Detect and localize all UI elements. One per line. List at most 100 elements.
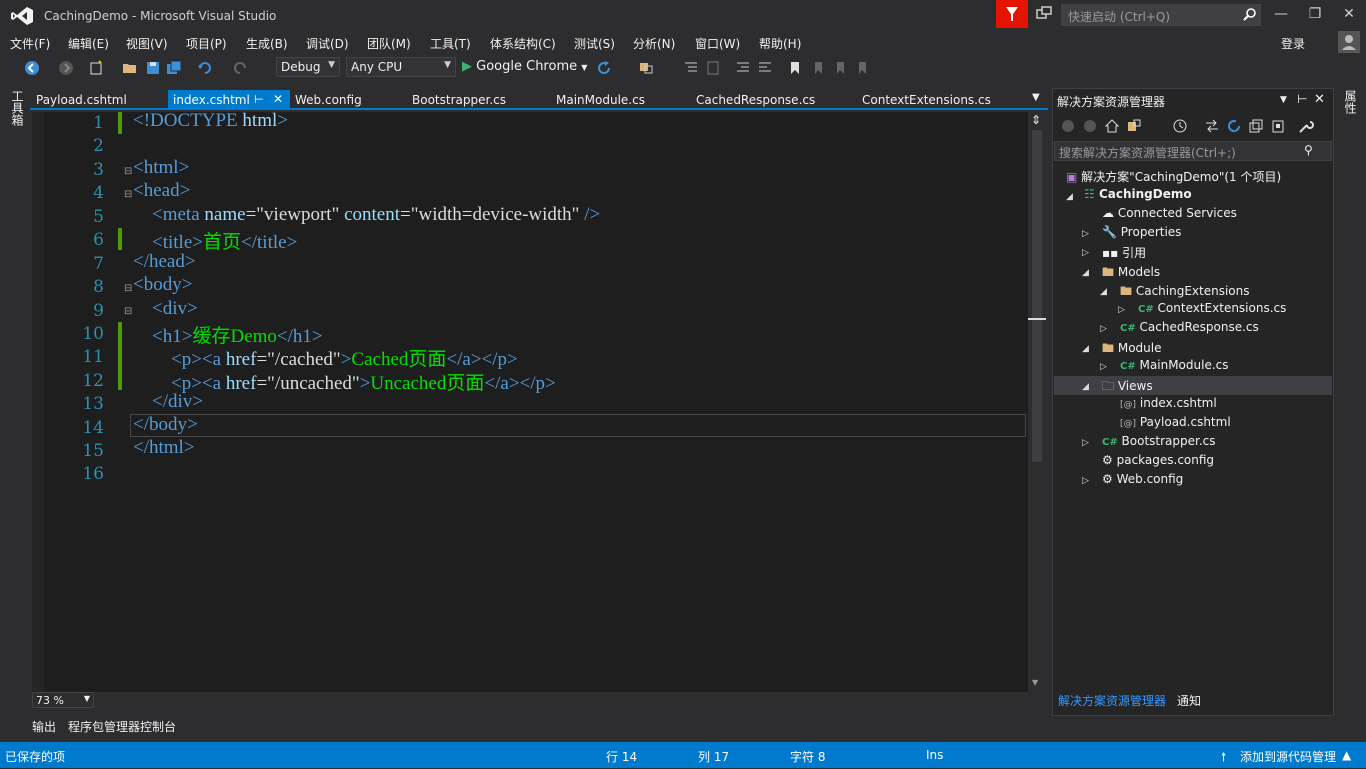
undo-icon[interactable]	[197, 60, 213, 76]
menu-help[interactable]: 帮助(H)	[759, 35, 801, 52]
editor-horizontal-scrollbar[interactable]	[94, 692, 1028, 708]
expand-arrow-icon[interactable]: ▷	[1100, 324, 1107, 334]
switch-views-icon[interactable]	[1126, 118, 1142, 134]
tree-index-cshtml[interactable]: [@] index.cshtml	[1120, 396, 1217, 415]
tree-context-extensions-cs[interactable]: C# ContextExtensions.cs	[1138, 301, 1286, 320]
tree-references[interactable]: ▪▪ 引用	[1102, 244, 1146, 263]
close-window-icon[interactable]: ✕	[1340, 6, 1358, 22]
outline-icon[interactable]	[705, 60, 721, 76]
solution-platform-dropdown[interactable]: Any CPU ▼	[346, 57, 456, 77]
tree-models[interactable]: 🖿 Models	[1102, 263, 1160, 282]
menu-file[interactable]: 文件(F)	[10, 35, 50, 52]
collapse-icon[interactable]: ⊟	[124, 283, 132, 294]
pin-icon[interactable]: ⊢	[1297, 92, 1307, 106]
solution-configuration-dropdown[interactable]: Debug ▼	[276, 57, 340, 77]
expand-arrow-icon[interactable]: ▷	[1100, 362, 1107, 372]
clear-bookmarks-icon[interactable]	[854, 60, 870, 76]
tab-cachedresponse-cs[interactable]: CachedResponse.cs	[690, 90, 821, 110]
add-to-source-control-button[interactable]: 添加到源代码管理	[1240, 748, 1336, 765]
start-debugging-button[interactable]: ▶ Google Chrome ▼	[462, 59, 587, 74]
menu-project[interactable]: 项目(P)	[186, 35, 227, 52]
minimize-icon[interactable]: —	[1272, 6, 1290, 22]
save-icon[interactable]	[145, 60, 161, 76]
scroll-down-icon[interactable]: ▼	[1032, 678, 1038, 687]
tab-solution-explorer[interactable]: 解决方案资源管理器	[1058, 692, 1166, 709]
close-panel-icon[interactable]: ✕	[1314, 92, 1325, 107]
menu-window[interactable]: 窗口(W)	[695, 35, 740, 52]
tree-payload-cshtml[interactable]: [@] Payload.cshtml	[1120, 415, 1231, 434]
tree-solution[interactable]: ▣ 解决方案"CachingDemo"(1 个项目)	[1066, 168, 1281, 187]
tree-bootstrapper-cs[interactable]: C# Bootstrapper.cs	[1102, 434, 1216, 453]
tab-payload-cshtml[interactable]: Payload.cshtml	[30, 90, 133, 110]
signin-link[interactable]: 登录	[1281, 35, 1305, 52]
forward-icon[interactable]	[58, 60, 74, 76]
tree-module[interactable]: 🖿 Module	[1102, 339, 1161, 358]
expand-arrow-icon[interactable]: ▷	[1082, 248, 1089, 258]
expand-arrow-icon[interactable]: ▷	[1082, 476, 1089, 486]
save-all-icon[interactable]	[166, 60, 182, 76]
tree-project[interactable]: ☷ CachingDemo	[1084, 187, 1192, 206]
feedback-icon[interactable]	[1036, 6, 1052, 22]
home-icon[interactable]	[1104, 118, 1120, 134]
properties-wrench-icon[interactable]	[1298, 118, 1314, 134]
expand-arrow-icon[interactable]: ▷	[1082, 229, 1089, 239]
quick-launch-input[interactable]: 快速启动 (Ctrl+Q)	[1061, 4, 1261, 26]
back-icon[interactable]	[1060, 118, 1076, 134]
menu-test[interactable]: 测试(S)	[574, 35, 615, 52]
tab-index-cshtml[interactable]: index.cshtml ⊢ ✕	[168, 90, 290, 110]
collapse-icon[interactable]: ⊟	[124, 306, 132, 317]
collapse-arrow-icon[interactable]: ◢	[1082, 344, 1089, 354]
tab-contextextensions-cs[interactable]: ContextExtensions.cs	[856, 90, 997, 110]
close-tab-icon[interactable]: ✕	[273, 92, 283, 106]
tab-package-manager-console[interactable]: 程序包管理器控制台	[68, 718, 176, 735]
tree-cached-response-cs[interactable]: C# CachedResponse.cs	[1120, 320, 1259, 339]
solution-search-input[interactable]: 搜索解决方案资源管理器(Ctrl+;)	[1054, 141, 1332, 161]
tab-notifications[interactable]: 通知	[1177, 692, 1201, 709]
tab-web-config[interactable]: Web.config	[289, 90, 368, 110]
toolbox-tab[interactable]: 工具箱	[9, 90, 26, 126]
toggle-code-icon[interactable]	[683, 60, 699, 76]
forward-icon[interactable]	[1082, 118, 1098, 134]
tree-properties[interactable]: 🔧 Properties	[1102, 225, 1181, 244]
back-icon[interactable]	[24, 60, 40, 76]
tree-main-module-cs[interactable]: C# MainModule.cs	[1120, 358, 1229, 377]
collapse-icon[interactable]: ⊟	[124, 189, 132, 200]
tree-caching-extensions[interactable]: 🖿 CachingExtensions	[1120, 282, 1250, 301]
notifications-flag-icon[interactable]	[996, 0, 1028, 28]
tree-web-config[interactable]: ⚙ Web.config	[1102, 472, 1183, 491]
comment-icon[interactable]	[735, 60, 751, 76]
tab-overflow-icon[interactable]: ▼	[1032, 92, 1040, 103]
window-position-icon[interactable]: ▼	[1280, 95, 1287, 105]
refresh-icon[interactable]	[1226, 118, 1242, 134]
collapse-icon[interactable]: ⊟	[124, 166, 132, 177]
expand-arrow-icon[interactable]: ▷	[1118, 305, 1125, 315]
pin-icon[interactable]: ⊢	[254, 93, 264, 106]
open-file-icon[interactable]	[122, 60, 138, 76]
next-bookmark-icon[interactable]	[832, 60, 848, 76]
menu-edit[interactable]: 编辑(E)	[68, 35, 109, 52]
redo-icon[interactable]	[232, 60, 248, 76]
menu-debug[interactable]: 调试(D)	[306, 35, 349, 52]
menu-build[interactable]: 生成(B)	[246, 35, 288, 52]
menu-tools[interactable]: 工具(T)	[430, 35, 471, 52]
tree-views[interactable]: 🗀 Views	[1102, 377, 1153, 396]
search-icon[interactable]	[1243, 7, 1257, 21]
restore-icon[interactable]: ❐	[1306, 6, 1324, 22]
collapse-arrow-icon[interactable]: ◢	[1066, 192, 1073, 202]
new-project-icon[interactable]	[88, 60, 104, 76]
user-avatar-icon[interactable]	[1338, 31, 1360, 53]
refresh-browser-icon[interactable]	[596, 60, 612, 76]
scrollbar-thumb[interactable]	[1032, 130, 1042, 462]
tab-mainmodule-cs[interactable]: MainModule.cs	[550, 90, 651, 110]
tab-output[interactable]: 输出	[32, 718, 56, 735]
browser-link-icon[interactable]	[638, 60, 654, 76]
sync-icon[interactable]	[1204, 118, 1220, 134]
pending-changes-filter-icon[interactable]	[1172, 118, 1188, 134]
tree-packages-config[interactable]: ⚙ packages.config	[1102, 453, 1214, 472]
tab-bootstrapper-cs[interactable]: Bootstrapper.cs	[406, 90, 512, 110]
uncomment-icon[interactable]	[757, 60, 773, 76]
expand-arrow-icon[interactable]: ▷	[1082, 438, 1089, 448]
tree-connected-services[interactable]: ☁ Connected Services	[1102, 206, 1237, 225]
menu-team[interactable]: 团队(M)	[367, 35, 411, 52]
menu-architecture[interactable]: 体系结构(C)	[490, 35, 556, 52]
